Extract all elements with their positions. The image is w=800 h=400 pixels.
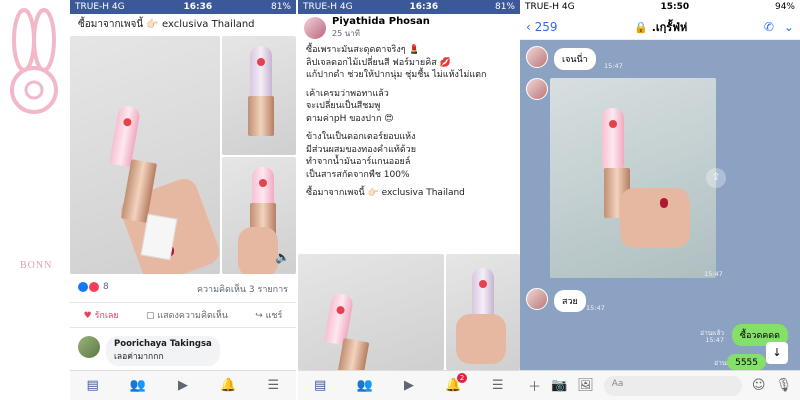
plus-icon[interactable]: ＋ xyxy=(528,376,541,395)
post-line: จะเปลี่ยนเป็นสีชมพู xyxy=(306,101,381,111)
post-line: ซื้อเพราะมันสะดุดตาจริงๆ 💄 xyxy=(306,45,420,55)
post-line: ทำจากน้ำมันอาร์แกนออยล์ xyxy=(306,157,411,167)
notification-badge: 2 xyxy=(456,372,468,383)
post-header: Piyathida Phosan 25 นาที xyxy=(298,14,520,42)
post-photo-main[interactable] xyxy=(70,36,220,274)
facebook-post-left: TRUE-H 4G 16:36 81% ซื้อมาจากเพจนี้ 👉🏻 e… xyxy=(70,0,296,400)
post-line: แก้ปากดำ ช่วยให้ปากนุ่ม ชุ่มชื้น ไม่แห้ง… xyxy=(306,70,487,80)
friends-icon[interactable]: 👥 xyxy=(357,378,373,394)
scroll-down-button[interactable]: ↓ xyxy=(766,342,788,364)
phone-icon[interactable]: ✆ xyxy=(764,20,774,34)
comment-bubble[interactable]: Poorichaya Takingsa เลอค่ามากกก xyxy=(106,336,220,366)
menu-icon[interactable]: ☰ xyxy=(265,378,281,394)
facebook-tab-bar: ▤ 👥 ▶ 🔔 2 ☰ xyxy=(298,370,520,400)
message-bubble[interactable]: เจนนี่า xyxy=(554,48,596,70)
rabbit-icon xyxy=(10,8,58,114)
message-photo[interactable] xyxy=(550,78,716,278)
avatar[interactable] xyxy=(526,78,548,100)
chevron-down-icon[interactable]: ⌄ xyxy=(784,20,794,34)
post-line: เค้าเครมว่าพอทาแล้ว xyxy=(306,88,389,99)
microphone-icon[interactable]: 🎙 xyxy=(775,378,792,393)
post-line: ตามค่าpH ของปาก 😍 xyxy=(306,113,394,124)
comment-count[interactable]: ความคิดเห็น 3 รายการ xyxy=(197,282,288,296)
post-line: เป็นสารสกัดจากพืช 100% xyxy=(306,169,410,180)
post-line: มีส่วนผสมของทองคำแท้ด้วย xyxy=(306,144,416,155)
comment-button[interactable]: ▢ แสดงความคิดเห็น xyxy=(146,308,228,322)
message-bubble[interactable]: สวย xyxy=(554,290,586,312)
share-button[interactable]: ↪ แชร์ xyxy=(255,308,282,322)
post-photo-2[interactable] xyxy=(446,254,520,370)
comment-item: Poorichaya Takingsa เลอค่ามากกก xyxy=(78,336,220,366)
avatar[interactable] xyxy=(526,288,548,310)
friends-icon[interactable]: 👥 xyxy=(130,378,146,394)
post-text: ซื้อมาจากเพจนี้ 👉🏻 exclusiva Thailand xyxy=(78,19,255,30)
speaker-icon[interactable]: 🔈 xyxy=(275,250,290,264)
facebook-post-middle: TRUE-H 4G 16:36 81% Piyathida Phosan 25 … xyxy=(298,0,520,400)
author-name[interactable]: Piyathida Phosan xyxy=(332,16,430,27)
back-button[interactable]: ‹ 259 xyxy=(526,20,558,34)
post-line: ลิปเจลดอกไม้เปลี่ยนสี ฟอร์มายคิส 💋 xyxy=(306,57,451,68)
camera-icon[interactable]: 📷 xyxy=(551,378,567,393)
avatar[interactable] xyxy=(304,17,326,39)
line-chat: TRUE-H 4G 15:50 94% ‹ 259 🔒 .เกฺรั้ฟ่ห่ … xyxy=(520,0,800,400)
emoji-icon[interactable]: ☺ xyxy=(752,378,766,393)
post-line: ข้างในเป็นดอกเตอร์ยอบแห้ง xyxy=(306,132,416,142)
message-input[interactable]: Aa xyxy=(603,375,742,396)
news-feed-icon[interactable]: ▤ xyxy=(312,378,328,394)
watch-icon[interactable]: ▶ xyxy=(401,378,417,394)
status-bar: TRUE-H 4G 15:50 94% xyxy=(520,0,800,14)
share-icon[interactable]: ⇪ xyxy=(706,168,726,188)
image-icon[interactable]: 🖼 xyxy=(577,378,594,393)
status-bar: TRUE-H 4G 16:36 81% xyxy=(70,0,296,14)
status-bar: TRUE-H 4G 16:36 81% xyxy=(298,0,520,14)
post-photo-3[interactable]: 🔈 xyxy=(222,157,296,274)
like-reaction-icon xyxy=(78,282,88,292)
chat-title[interactable]: 🔒 .เกฺรั้ฟ่ห่ xyxy=(634,18,687,36)
news-feed-icon[interactable]: ▤ xyxy=(85,378,101,394)
chat-messages: เจนนี่า 15:47 15:47 ⇪ สวย 15:47 อ่านแล้ว… xyxy=(520,40,800,370)
message-bubble-sent[interactable]: 5555 xyxy=(727,354,766,370)
bell-icon[interactable]: 🔔 2 xyxy=(445,372,468,394)
post-actions: ♥ รักเลย ▢ แสดงความคิดเห็น ↪ แชร์ xyxy=(70,302,296,328)
avatar[interactable] xyxy=(78,336,100,358)
reactions-summary[interactable]: 8 xyxy=(78,282,109,292)
chat-header: ‹ 259 🔒 .เกฺรั้ฟ่ห่ ✆ ⌄ xyxy=(520,14,800,40)
facebook-tab-bar: ▤ 👥 ▶ 🔔 ☰ xyxy=(70,370,296,400)
watermark-text: BONN xyxy=(20,260,53,271)
post-body: ซื้อเพราะมันสะดุดตาจริงๆ 💄 ลิปเจลดอกไม้เป… xyxy=(298,42,520,204)
avatar[interactable] xyxy=(526,46,548,68)
watermark-logo: BONN xyxy=(0,0,70,400)
post-photo-main[interactable] xyxy=(298,254,444,370)
post-time: 25 นาที xyxy=(332,29,360,38)
post-photo-2[interactable] xyxy=(222,36,296,155)
post-line: ซื้อมาจากเพจนี้ 👉🏻 exclusiva Thailand xyxy=(306,188,465,198)
watch-icon[interactable]: ▶ xyxy=(175,378,191,394)
bell-icon[interactable]: 🔔 xyxy=(220,378,236,394)
chat-input-bar: ＋ 📷 🖼 Aa ☺ 🎙 xyxy=(520,370,800,400)
love-button[interactable]: ♥ รักเลย xyxy=(84,308,119,322)
menu-icon[interactable]: ☰ xyxy=(490,378,506,394)
love-reaction-icon xyxy=(89,282,99,292)
